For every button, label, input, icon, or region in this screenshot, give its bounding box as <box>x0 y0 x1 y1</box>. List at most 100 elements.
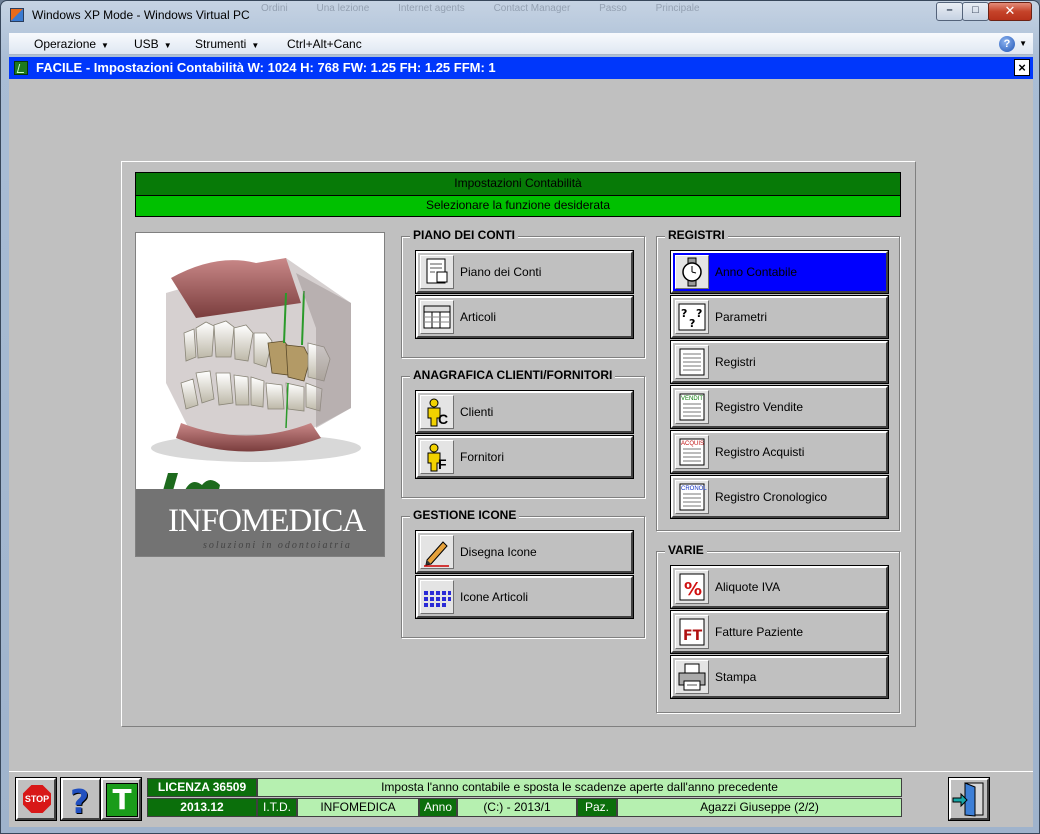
menu-label: USB <box>134 37 159 51</box>
page-subtitle: Selezionare la funzione desiderata <box>135 196 901 217</box>
percent-icon: % <box>675 570 709 604</box>
patient-name: Agazzi Giuseppe (2/2) <box>617 798 902 817</box>
invoice-ft-icon: FT <box>675 615 709 649</box>
disegna-icone-button[interactable]: Disegna Icone <box>415 530 634 574</box>
svg-text:%: % <box>684 579 702 600</box>
chevron-down-icon[interactable]: ▼ <box>1019 39 1027 48</box>
menu-strumenti[interactable]: Strumenti ▼ <box>195 37 259 51</box>
group-title: VARIE <box>665 543 707 557</box>
menu-label: Ctrl+Alt+Canc <box>287 37 362 51</box>
icon-grid-icon <box>420 580 454 614</box>
chevron-down-icon: ▼ <box>163 41 172 50</box>
background-tabs: Ordini Una lezione Internet agents Conta… <box>261 3 726 14</box>
company-name: INFOMEDICA <box>297 798 419 817</box>
svg-text:ACQUIS: ACQUIS <box>681 441 704 447</box>
minimize-button[interactable]: – <box>936 2 963 21</box>
help-icon[interactable]: ? <box>999 36 1015 52</box>
button-label: Anno Contabile <box>715 265 798 279</box>
anno-label: Anno <box>419 798 457 817</box>
menu-label: Strumenti <box>195 37 247 51</box>
registri-button[interactable]: Registri <box>670 340 889 384</box>
button-label: Articoli <box>460 310 497 324</box>
restore-icon: □ <box>972 4 979 16</box>
svg-text:?: ? <box>696 307 702 320</box>
window-close-button[interactable]: ✕ <box>988 2 1032 21</box>
group-title: ANAGRAFICA CLIENTI/FORNITORI <box>410 368 616 382</box>
button-label: Piano dei Conti <box>460 265 542 279</box>
fornitori-button[interactable]: F Fornitori <box>415 435 634 479</box>
button-label: Aliquote IVA <box>715 580 781 594</box>
watch-icon <box>675 255 709 289</box>
register-book-icon <box>675 345 709 379</box>
button-label: Registri <box>715 355 756 369</box>
app-title: FACILE - Impostazioni Contabilità W: 102… <box>36 60 496 75</box>
aliquote-iva-button[interactable]: % Aliquote IVA <box>670 565 889 609</box>
svg-text:C: C <box>438 411 448 427</box>
button-label: Parametri <box>715 310 768 324</box>
clienti-button[interactable]: C Clienti <box>415 390 634 434</box>
window-titlebar[interactable]: Windows XP Mode - Windows Virtual PC Ord… <box>1 1 1039 29</box>
button-label: Icone Articoli <box>460 590 529 604</box>
fatture-paziente-button[interactable]: FT Fatture Paziente <box>670 610 889 654</box>
ghost-tab: Principale <box>655 3 700 14</box>
svg-text:?: ? <box>681 307 687 320</box>
registro-acquisti-button[interactable]: ACQUIS Registro Acquisti <box>670 430 889 474</box>
ghost-tab: Una lezione <box>316 3 370 14</box>
svg-text:CRONOL: CRONOL <box>681 486 707 492</box>
exit-door-icon <box>952 782 984 817</box>
virtual-pc-icon <box>10 8 24 22</box>
articoli-button[interactable]: Articoli <box>415 295 634 339</box>
help-button[interactable]: ? <box>60 777 102 821</box>
app-close-button[interactable]: × <box>1014 59 1030 76</box>
printer-icon <box>675 660 709 694</box>
paz-label: Paz. <box>577 798 617 817</box>
button-label: Disegna Icone <box>460 545 537 559</box>
question-mark-icon: ? <box>70 782 90 821</box>
app-client-area: Impostazioni Contabilità Selezionare la … <box>9 79 1033 771</box>
t-button[interactable]: T <box>100 777 142 821</box>
sales-register-icon: VENDIT <box>675 390 709 424</box>
icone-articoli-button[interactable]: Icone Articoli <box>415 575 634 619</box>
parametri-button[interactable]: ??? Parametri <box>670 295 889 339</box>
svg-text:F: F <box>438 456 447 472</box>
app-titlebar[interactable]: FACILE - Impostazioni Contabilità W: 102… <box>9 57 1033 79</box>
license-label: LICENZA 36509 <box>147 778 257 797</box>
button-label: Registro Vendite <box>715 400 804 414</box>
button-label: Fornitori <box>460 450 505 464</box>
menu-operazione[interactable]: Operazione ▼ <box>34 37 109 51</box>
registro-vendite-button[interactable]: VENDIT Registro Vendite <box>670 385 889 429</box>
logo-brand: INFOMEDICA <box>168 503 366 539</box>
anno-contabile-button[interactable]: Anno Contabile <box>670 250 889 294</box>
group-title: PIANO DEI CONTI <box>410 228 519 242</box>
menu-label: Operazione <box>34 37 97 51</box>
menu-usb[interactable]: USB ▼ <box>134 37 172 51</box>
svg-text:?: ? <box>689 317 695 330</box>
t-icon: T <box>106 783 138 817</box>
ghost-tab: Passo <box>599 3 627 14</box>
status-message: Imposta l'anno contabile e sposta le sca… <box>257 778 902 797</box>
articles-table-icon <box>420 300 454 334</box>
close-icon: ✕ <box>1004 3 1016 18</box>
purchase-register-icon: ACQUIS <box>675 435 709 469</box>
registro-cronologico-button[interactable]: CRONOL Registro Cronologico <box>670 475 889 519</box>
exit-button[interactable] <box>948 777 990 821</box>
piano-dei-conti-button[interactable]: Piano dei Conti <box>415 250 634 294</box>
facile-app-icon <box>14 61 28 75</box>
button-label: Fatture Paziente <box>715 625 804 639</box>
stampa-button[interactable]: Stampa <box>670 655 889 699</box>
maximize-button[interactable]: □ <box>962 2 989 21</box>
stop-button[interactable]: STOP <box>15 777 57 821</box>
ghost-tab: Internet agents <box>398 3 465 14</box>
logo-tagline: soluzioni in odontoiatria <box>203 540 352 551</box>
ghost-tab: Contact Manager <box>493 3 571 14</box>
anno-value: (C:) - 2013/1 <box>457 798 577 817</box>
menu-ctrl-alt-canc[interactable]: Ctrl+Alt+Canc <box>287 37 362 51</box>
svg-text:FT: FT <box>683 628 703 644</box>
page-title: Impostazioni Contabilità <box>135 172 901 196</box>
infomedica-logo: INFOMEDICA soluzioni in odontoiatria <box>135 232 385 557</box>
chevron-down-icon: ▼ <box>251 41 260 50</box>
button-label: Registro Acquisti <box>715 445 805 459</box>
stop-icon: STOP <box>23 785 51 813</box>
person-c-icon: C <box>420 395 454 429</box>
group-title: GESTIONE ICONE <box>410 508 520 522</box>
